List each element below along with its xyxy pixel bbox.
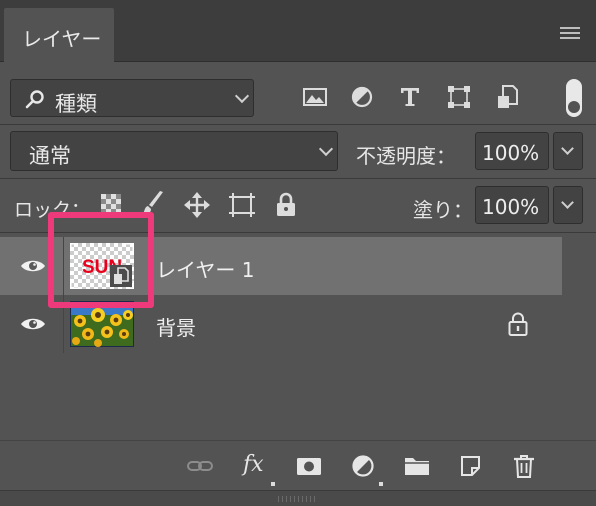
highlight-box <box>48 212 154 308</box>
chevron-down-icon <box>318 141 334 157</box>
blend-mode-value: 通常 <box>29 144 71 168</box>
delete-layer-trash-icon[interactable] <box>511 453 539 479</box>
eye-icon[interactable] <box>20 316 46 332</box>
add-mask-icon[interactable] <box>295 453 323 479</box>
opacity-value: 100% <box>482 141 540 165</box>
chevron-down-icon <box>234 88 250 104</box>
opacity-label: 不透明度： <box>356 144 456 168</box>
layers-panel: レイヤー 種類 通常 不透明度： 100% ロック： 塗り： 100% SUN … <box>0 0 596 506</box>
chevron-down-icon <box>561 142 574 155</box>
fx-menu-indicator <box>271 482 275 486</box>
search-icon <box>25 90 44 109</box>
fill-input[interactable]: 100% <box>475 186 549 224</box>
tab-layers[interactable]: レイヤー <box>4 8 114 62</box>
tab-layers-label: レイヤー <box>22 27 102 51</box>
layer-name[interactable]: 背景 <box>156 312 196 341</box>
panel-tab-bar: レイヤー <box>0 0 596 62</box>
panel-resize-grip[interactable] <box>0 490 596 506</box>
lock-artboard-icon[interactable] <box>227 191 257 221</box>
divider <box>0 178 596 179</box>
lock-all-icon[interactable] <box>274 191 298 221</box>
adjustment-menu-indicator <box>379 482 383 486</box>
lock-position-icon[interactable] <box>183 191 211 221</box>
new-adjustment-layer-icon[interactable] <box>350 453 378 479</box>
lock-icon[interactable] <box>507 311 529 337</box>
filter-kind-label: 種類 <box>55 92 97 116</box>
smart-object-filter-icon[interactable] <box>495 82 525 118</box>
type-filter-icon[interactable] <box>397 82 427 118</box>
image-filter-icon[interactable] <box>302 82 332 118</box>
eye-icon[interactable] <box>20 258 46 274</box>
opacity-dropdown-button[interactable] <box>553 132 583 170</box>
link-layers-icon[interactable] <box>186 453 214 479</box>
opacity-input[interactable]: 100% <box>475 132 549 170</box>
fill-label: 塗り： <box>413 198 473 222</box>
filter-kind-dropdown[interactable]: 種類 <box>10 79 254 117</box>
blend-mode-dropdown[interactable]: 通常 <box>10 131 338 171</box>
fill-dropdown-button[interactable] <box>553 186 583 224</box>
chevron-down-icon <box>561 196 574 209</box>
layer-name[interactable]: レイヤー 1 <box>156 254 254 283</box>
panel-menu-icon[interactable] <box>560 27 580 39</box>
new-layer-icon[interactable] <box>458 453 486 479</box>
new-group-folder-icon[interactable] <box>403 453 431 479</box>
filter-toggle-switch[interactable] <box>566 79 582 117</box>
fx-label: fx <box>243 452 264 477</box>
adjustment-filter-icon[interactable] <box>349 82 379 118</box>
fill-value: 100% <box>482 195 540 219</box>
divider <box>0 124 596 125</box>
layers-bottom-toolbar: fx <box>0 440 596 490</box>
shape-filter-icon[interactable] <box>445 82 475 118</box>
add-layer-style-button[interactable]: fx <box>241 452 269 479</box>
